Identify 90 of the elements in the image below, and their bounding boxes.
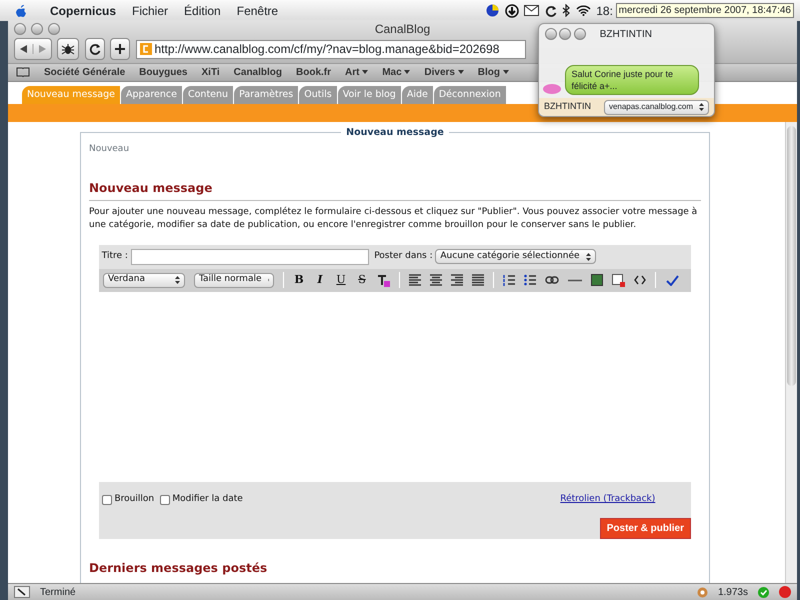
scrollbar[interactable] [785, 122, 797, 583]
format-button[interactable]: U [335, 272, 347, 288]
bookmark-item[interactable]: Book.fr [296, 64, 331, 80]
panel-legend: Nouveau message [341, 126, 449, 138]
avatar-icon [542, 81, 562, 96]
spellcheck-icon[interactable] [665, 274, 679, 286]
window-button[interactable] [14, 23, 26, 35]
checkbox[interactable] [160, 494, 170, 504]
publish-button[interactable]: Poster & publier [600, 518, 691, 538]
format-button[interactable]: I [314, 272, 326, 288]
caret-icon[interactable] [458, 70, 464, 74]
bookmark-item[interactable]: Art [345, 64, 360, 80]
chat-title: BZHTINTIN [600, 28, 652, 42]
wifi-icon[interactable] [576, 5, 591, 16]
window-button[interactable] [31, 23, 43, 35]
sender-name: BZHTINTIN [544, 100, 591, 114]
align-left-icon[interactable] [409, 274, 421, 286]
bookmark-item[interactable]: XiTi [202, 64, 220, 80]
menu-item[interactable]: Fenêtre [228, 2, 286, 20]
field-label: Titre : [102, 250, 128, 263]
section-heading: Derniers messages postés [89, 560, 268, 577]
text-color-icon[interactable] [377, 274, 390, 286]
align-right-icon[interactable] [451, 274, 463, 286]
apple-icon[interactable] [14, 4, 28, 18]
align-center-icon[interactable] [430, 274, 442, 286]
justify-icon[interactable] [472, 274, 484, 286]
window-button[interactable] [544, 28, 556, 40]
code-icon[interactable] [634, 275, 646, 285]
account-select[interactable]: venapas.canalblog.com [604, 100, 709, 114]
checkbox[interactable] [102, 494, 112, 504]
pen-icon [14, 586, 30, 598]
site-icon [140, 43, 152, 55]
plus-icon [114, 43, 126, 55]
bug-button[interactable] [57, 38, 79, 60]
bug-icon [61, 42, 75, 56]
bookmark-item[interactable]: Divers [424, 64, 455, 80]
status-text: Terminé [40, 586, 76, 600]
bookmark-item[interactable]: Blog [478, 64, 500, 80]
breadcrumb-text: Nouveau [89, 143, 130, 156]
clock-tooltip: mercredi 26 septembre 2007, 18:47:46 [616, 3, 794, 18]
bluetooth-icon[interactable] [562, 4, 570, 17]
title-field[interactable] [130, 248, 369, 264]
image-icon[interactable] [591, 274, 603, 286]
pie-chart-icon[interactable] [486, 4, 500, 17]
size-select[interactable]: Taille normale [194, 272, 274, 288]
message-bubble: Salut Corine juste pour te félicité a+... [564, 65, 698, 96]
section-heading: Nouveau message [89, 178, 701, 200]
stop-sign-icon[interactable] [779, 586, 791, 598]
trackback-link[interactable]: Rétrolien (Trackback) [560, 492, 656, 506]
sync-icon[interactable] [544, 4, 557, 16]
bookmark-item[interactable]: Canalblog [234, 64, 282, 80]
checkbox-label: Modifier la date [172, 492, 243, 506]
image-delete-icon[interactable] [612, 274, 625, 286]
menu-item[interactable]: Édition [176, 2, 229, 20]
caret-icon[interactable] [502, 70, 509, 74]
reload-icon [88, 43, 100, 55]
bookmark-item[interactable]: Bouygues [139, 64, 188, 80]
format-button[interactable]: S [356, 272, 368, 288]
scroll-thumb[interactable] [787, 126, 796, 386]
bookmark-item[interactable]: Société Générale [44, 64, 126, 80]
window-button[interactable] [48, 23, 60, 35]
back-forward-button[interactable] [14, 38, 52, 60]
category-select[interactable]: Aucune catégorie sélectionnée [435, 249, 596, 264]
reload-button[interactable] [84, 38, 104, 60]
book-icon[interactable] [16, 67, 30, 78]
bookmark-item[interactable]: Mac [382, 64, 402, 80]
app-name[interactable]: Copernicus [42, 2, 124, 20]
horizontal-rule-icon[interactable] [568, 278, 582, 282]
arrows-icon [18, 44, 48, 54]
add-button[interactable] [110, 38, 130, 60]
bullet-list-icon[interactable] [524, 274, 536, 286]
intro-text: Pour ajouter une nouveau message, complétez le formulaire ci-dessous et cliquez sur "Publier". Vous pouvez associer votre message à une catégorie, modifier sa date de publication, ou encore l'enregistrer comme brouillon pour le conserver sans le publier. [89, 206, 698, 232]
address-field[interactable]: http://www.canalblog.com/cf/my/?nav=blog.manage&bid=202698 [136, 40, 526, 58]
caret-icon[interactable] [404, 70, 410, 74]
download-icon[interactable] [504, 4, 519, 18]
window-title: CanalBlog [374, 22, 430, 36]
window-button[interactable] [574, 28, 586, 40]
font-select[interactable]: Verdana [103, 272, 185, 288]
window-button[interactable] [559, 28, 572, 40]
load-time: 1.973s [718, 586, 748, 600]
check-icon[interactable] [758, 586, 769, 598]
caret-icon[interactable] [362, 70, 368, 74]
format-button[interactable]: B [293, 272, 305, 288]
mail-icon[interactable] [524, 5, 540, 16]
numbered-list-icon[interactable] [503, 274, 515, 286]
menu-item[interactable]: Fichier [124, 2, 176, 20]
field-label: Poster dans : [374, 250, 433, 263]
checkbox-label: Brouillon [114, 492, 154, 506]
clock[interactable]: 18: [596, 2, 613, 20]
link-icon[interactable] [545, 276, 559, 284]
